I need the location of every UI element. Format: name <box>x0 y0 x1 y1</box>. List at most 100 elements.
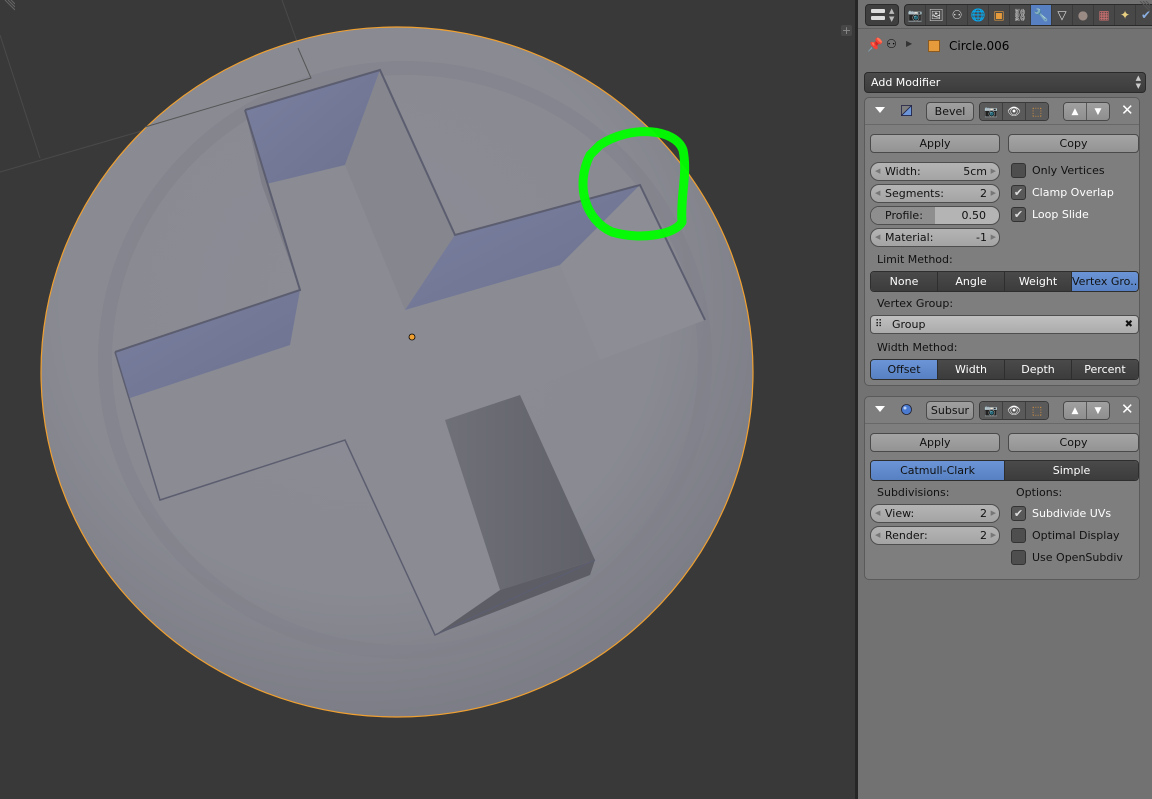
checkbox-box[interactable] <box>1011 550 1026 565</box>
material-value: -1 <box>976 231 987 244</box>
collapse-triangle-icon[interactable] <box>875 107 885 113</box>
limit-method-weight[interactable]: Weight <box>1005 272 1072 291</box>
viewport-toggle-eye-icon[interactable]: 👁 <box>1003 402 1026 419</box>
scene-icon: ⚇ <box>886 37 897 51</box>
tab-data[interactable]: ▽ <box>1052 5 1073 25</box>
tab-material[interactable]: ● <box>1073 5 1094 25</box>
limit-method-vertex-group[interactable]: Vertex Gro... <box>1072 272 1138 291</box>
3d-viewport[interactable]: + <box>0 0 855 799</box>
subsurf-visibility-toggles: 📷 👁 ⬚ <box>979 401 1049 420</box>
limit-method-angle[interactable]: Angle <box>938 272 1005 291</box>
viewport-canvas <box>0 0 754 718</box>
subsurf-render-levels-field[interactable]: ◀ Render: 2 ▶ <box>870 526 1000 545</box>
editor-type-selector[interactable]: ▲ ▼ <box>865 4 899 26</box>
arrow-left-icon[interactable]: ◀ <box>875 527 880 544</box>
bevel-copy-button[interactable]: Copy <box>1008 134 1139 153</box>
bevel-width-field[interactable]: ◀ Width: 5cm ▶ <box>870 162 1000 181</box>
tab-texture[interactable]: ▦ <box>1094 5 1115 25</box>
checkbox-box[interactable]: ✔ <box>1011 506 1026 521</box>
clear-field-icon[interactable]: ✖ <box>1125 316 1133 333</box>
width-method-depth[interactable]: Depth <box>1005 360 1072 379</box>
tab-render-layers[interactable]: 🖼 <box>926 5 947 25</box>
viewport-add-region-button[interactable]: + <box>841 25 852 36</box>
updown-icon: ▲ ▼ <box>889 7 895 23</box>
add-modifier-dropdown[interactable]: Add Modifier ▲ ▼ <box>864 72 1146 93</box>
arrow-left-icon[interactable]: ◀ <box>875 163 880 180</box>
bevel-material-field[interactable]: ◀ Material: -1 ▶ <box>870 228 1000 247</box>
bevel-modifier-icon <box>901 105 912 116</box>
render-toggle-camera-icon[interactable]: 📷 <box>980 402 1003 419</box>
move-down-icon[interactable]: ▼ <box>1087 103 1109 120</box>
tab-render[interactable]: 📷 <box>905 5 926 25</box>
arrow-right-icon[interactable]: ▶ <box>991 163 996 180</box>
move-up-icon[interactable]: ▲ <box>1064 103 1087 120</box>
grid-line <box>0 34 41 159</box>
arrow-left-icon[interactable]: ◀ <box>875 505 880 522</box>
arrow-right-icon[interactable]: ▶ <box>991 527 996 544</box>
view-value: 2 <box>980 507 987 520</box>
vertex-group-field[interactable]: ⠿ Group ✖ <box>870 315 1139 334</box>
move-down-icon[interactable]: ▼ <box>1087 402 1109 419</box>
subsurf-copy-button[interactable]: Copy <box>1008 433 1139 452</box>
checkbox-box[interactable]: ✔ <box>1011 207 1026 222</box>
arrow-left-icon[interactable]: ◀ <box>875 229 880 246</box>
tab-scene[interactable]: ⚇ <box>947 5 968 25</box>
scene-icon: ⚇ <box>951 8 963 22</box>
checkbox-box[interactable] <box>1011 163 1026 178</box>
add-modifier-label: Add Modifier <box>871 76 941 89</box>
constraint-link-icon: ⛓ <box>1012 8 1028 22</box>
checkbox-label: Clamp Overlap <box>1032 186 1114 199</box>
checkbox-label: Use OpenSubdiv <box>1032 551 1123 564</box>
checkbox-label: Subdivide UVs <box>1032 507 1112 520</box>
collapse-triangle-icon[interactable] <box>875 406 885 412</box>
limit-method-none[interactable]: None <box>871 272 938 291</box>
type-simple[interactable]: Simple <box>1005 461 1138 480</box>
type-catmull-clark[interactable]: Catmull-Clark <box>871 461 1005 480</box>
width-method-offset[interactable]: Offset <box>871 360 938 379</box>
chevron-right-icon: ▶ <box>906 39 913 48</box>
bevel-segments-field[interactable]: ◀ Segments: 2 ▶ <box>870 184 1000 203</box>
bevel-name-field[interactable]: Bevel <box>926 102 974 121</box>
area-split-corner-icon[interactable] <box>1138 1 1150 13</box>
width-method-percent[interactable]: Percent <box>1072 360 1138 379</box>
options-label: Options: <box>1016 486 1063 499</box>
editmode-toggle-icon[interactable]: ⬚ <box>1026 103 1048 120</box>
pin-icon[interactable]: 📌 <box>867 38 883 53</box>
subsurf-view-levels-field[interactable]: ◀ View: 2 ▶ <box>870 504 1000 523</box>
tab-object[interactable]: ▣ <box>989 5 1010 25</box>
width-method-label: Width Method: <box>877 341 958 354</box>
arrow-right-icon[interactable]: ▶ <box>991 505 996 522</box>
width-method-selector: Offset Width Depth Percent <box>870 359 1139 380</box>
remove-modifier-close-icon[interactable]: ✕ <box>1121 101 1134 119</box>
subsurf-name-field[interactable]: Subsur <box>926 401 974 420</box>
bevel-modifier-panel: Bevel 📷 👁 ⬚ ▲ ▼ ✕ Apply Copy ◀ Width: 5c… <box>864 97 1140 386</box>
render-toggle-camera-icon[interactable]: 📷 <box>980 103 1003 120</box>
tab-constraints[interactable]: ⛓ <box>1010 5 1031 25</box>
render-value: 2 <box>980 529 987 542</box>
bevel-profile-slider[interactable]: Profile: 0.50 <box>870 206 1000 225</box>
remove-modifier-close-icon[interactable]: ✕ <box>1121 400 1134 418</box>
arrow-right-icon[interactable]: ▶ <box>991 229 996 246</box>
width-value: 5cm <box>963 165 987 178</box>
bevel-visibility-toggles: 📷 👁 ⬚ <box>979 102 1049 121</box>
subsurf-apply-button[interactable]: Apply <box>870 433 1000 452</box>
tab-world[interactable]: 🌐 <box>968 5 989 25</box>
context-object-name: Circle.006 <box>949 39 1010 53</box>
vertex-group-icon: ⠿ <box>875 319 883 330</box>
subsurf-move-buttons: ▲ ▼ <box>1063 401 1110 420</box>
move-up-icon[interactable]: ▲ <box>1064 402 1087 419</box>
editmode-toggle-icon[interactable]: ⬚ <box>1026 402 1048 419</box>
width-method-width[interactable]: Width <box>938 360 1005 379</box>
area-split-corner-icon[interactable] <box>0 0 15 12</box>
arrow-left-icon[interactable]: ◀ <box>875 185 880 202</box>
tab-modifiers[interactable]: 🔧 <box>1031 5 1052 25</box>
arrow-right-icon[interactable]: ▶ <box>991 185 996 202</box>
checkbox-box[interactable]: ✔ <box>1011 185 1026 200</box>
material-label: Material: <box>885 231 934 244</box>
bevel-apply-button[interactable]: Apply <box>870 134 1000 153</box>
tab-particles[interactable]: ✦ <box>1115 5 1136 25</box>
render-layers-icon: 🖼 <box>928 8 944 22</box>
checkbox-box[interactable] <box>1011 528 1026 543</box>
properties-editor: ▲ ▼ 📷 🖼 ⚇ 🌐 ▣ ⛓ 🔧 ▽ ● ▦ ✦ ✔ 📌 ⚇ ▶ Circle.… <box>858 0 1152 799</box>
viewport-toggle-eye-icon[interactable]: 👁 <box>1003 103 1026 120</box>
